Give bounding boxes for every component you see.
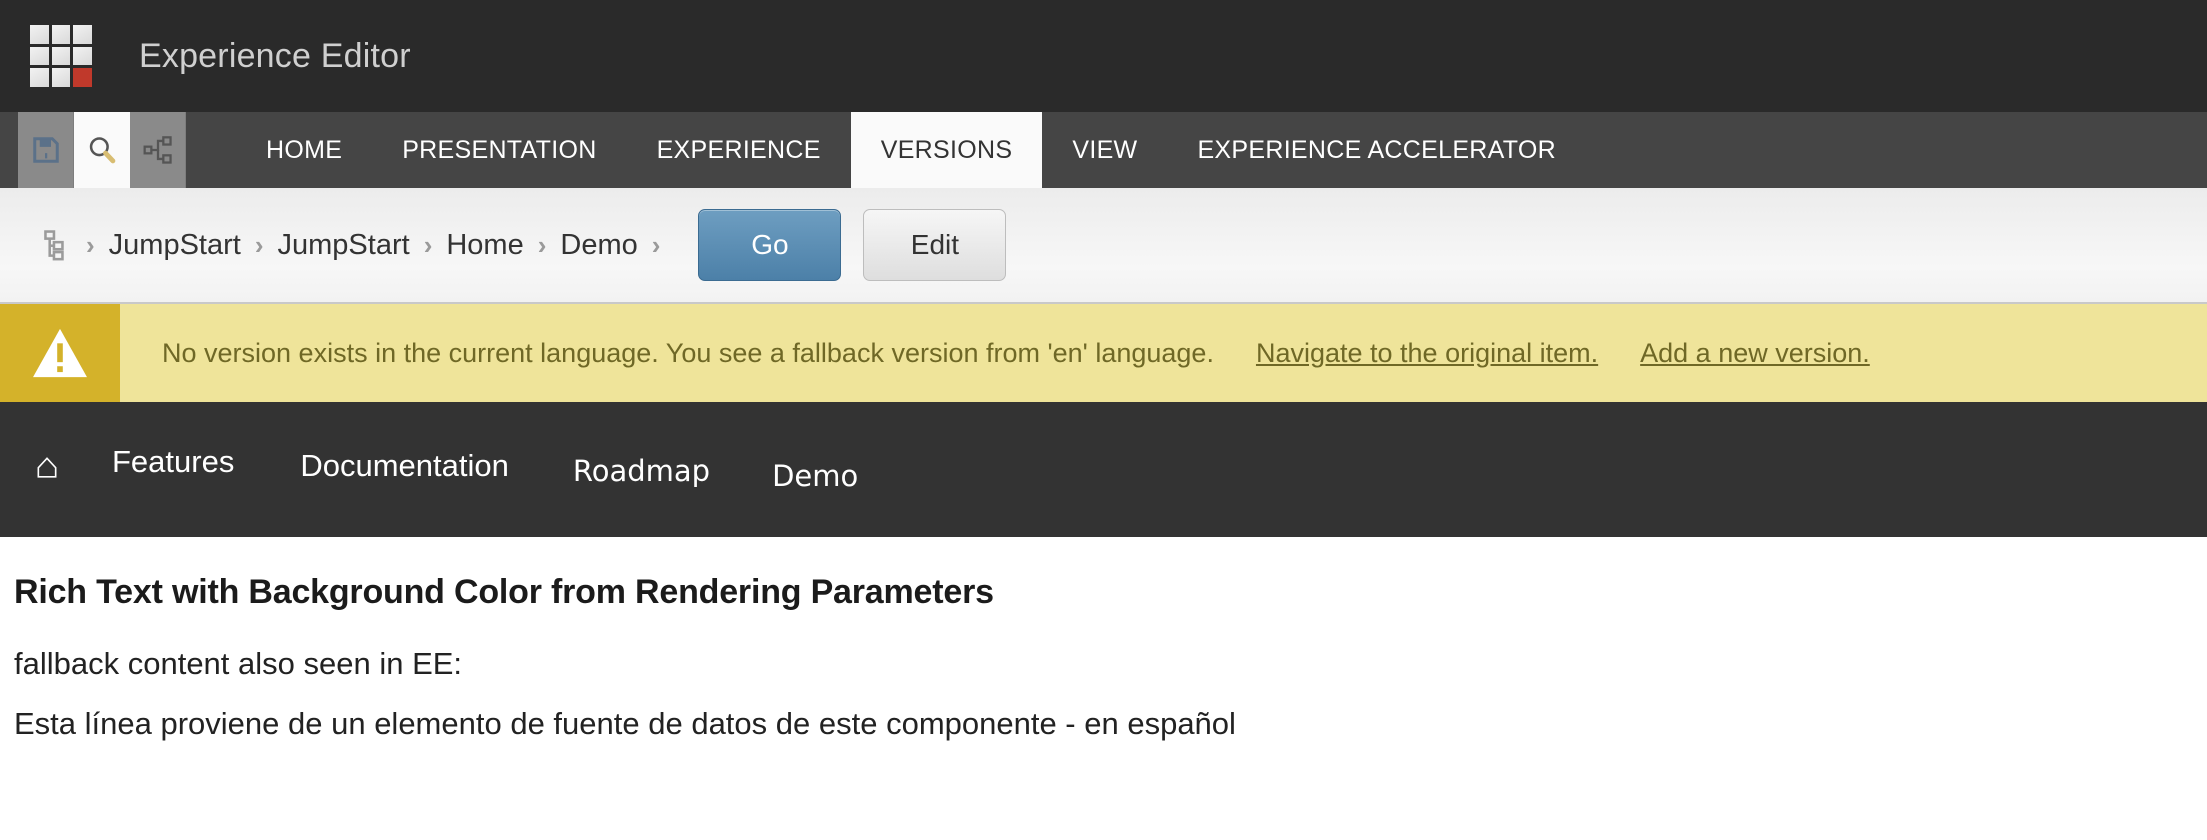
warning-icon-container xyxy=(0,304,120,402)
magnifier-icon xyxy=(89,137,115,164)
edit-button[interactable]: Edit xyxy=(863,209,1007,281)
site-navigation-bar: Features Documentation Roadmap Demo xyxy=(0,402,2207,537)
app-header: Experience Editor xyxy=(0,0,2207,112)
logo-cell xyxy=(30,46,49,66)
warning-content: No version exists in the current languag… xyxy=(120,304,1870,402)
nav-item-documentation[interactable]: Documentation xyxy=(300,448,509,484)
ribbon-bar: HOME PRESENTATION EXPERIENCE VERSIONS VI… xyxy=(0,112,2207,188)
breadcrumb-separator: › xyxy=(254,229,264,260)
navigate-button[interactable] xyxy=(130,112,186,188)
page-title: Rich Text with Background Color from Ren… xyxy=(14,573,994,611)
logo-cell xyxy=(30,25,49,44)
quick-action-group xyxy=(18,112,186,188)
navigate-original-item-link[interactable]: Navigate to the original item. xyxy=(1256,338,1598,369)
sitemap-icon xyxy=(143,136,172,164)
tab-versions[interactable]: VERSIONS xyxy=(850,112,1043,188)
nav-item-features[interactable]: Features xyxy=(112,444,234,480)
sitecore-grid-logo-icon xyxy=(30,25,92,87)
warning-message: No version exists in the current languag… xyxy=(162,337,1214,368)
breadcrumb-separator: › xyxy=(86,229,95,260)
logo-cell xyxy=(51,68,71,87)
breadcrumb-item-3[interactable]: Demo xyxy=(560,229,637,262)
nav-home-link[interactable] xyxy=(34,454,60,480)
home-icon xyxy=(37,456,57,478)
content-line-fallback: fallback content also seen in EE: xyxy=(14,646,463,681)
logo-cell xyxy=(73,25,92,44)
breadcrumb-item-2[interactable]: Home xyxy=(446,229,523,262)
app-title: Experience Editor xyxy=(139,36,411,75)
breadcrumb-separator: › xyxy=(537,229,547,260)
breadcrumb-item-0[interactable]: JumpStart xyxy=(109,229,241,262)
breadcrumb-separator: › xyxy=(651,229,661,260)
ribbon-tab-list: HOME PRESENTATION EXPERIENCE VERSIONS VI… xyxy=(236,112,1586,188)
tab-view[interactable]: VIEW xyxy=(1042,112,1167,188)
nav-item-roadmap[interactable]: Roadmap xyxy=(573,454,710,488)
warning-triangle-icon xyxy=(33,328,87,378)
breadcrumb: › JumpStart › JumpStart › Home › Demo › xyxy=(72,229,674,262)
tab-experience[interactable]: EXPERIENCE xyxy=(627,112,851,188)
add-new-version-link[interactable]: Add a new version. xyxy=(1640,338,1870,369)
logo-cell xyxy=(51,25,71,44)
tab-experience-accelerator[interactable]: EXPERIENCE ACCELERATOR xyxy=(1167,112,1586,188)
logo-cell xyxy=(51,46,71,66)
logo-cell xyxy=(30,68,49,87)
content-line-spanish: Esta línea proviene de un elemento de fu… xyxy=(14,706,1236,741)
go-button[interactable]: Go xyxy=(698,209,842,281)
fallback-warning-banner: No version exists in the current languag… xyxy=(0,304,2207,402)
breadcrumb-item-1[interactable]: JumpStart xyxy=(278,229,410,262)
logo-cell xyxy=(73,46,92,66)
breadcrumb-bar: › JumpStart › JumpStart › Home › Demo › … xyxy=(0,188,2207,304)
floppy-disk-icon xyxy=(32,137,59,163)
logo-cell-accent xyxy=(73,68,92,87)
save-button[interactable] xyxy=(18,112,74,188)
nav-item-demo[interactable]: Demo xyxy=(772,459,858,493)
search-button[interactable] xyxy=(74,112,130,188)
main-content: Rich Text with Background Color from Ren… xyxy=(0,537,2207,742)
tab-home[interactable]: HOME xyxy=(236,112,372,188)
breadcrumb-separator: › xyxy=(423,229,433,260)
tab-presentation[interactable]: PRESENTATION xyxy=(372,112,626,188)
content-tree-icon[interactable] xyxy=(32,228,66,262)
